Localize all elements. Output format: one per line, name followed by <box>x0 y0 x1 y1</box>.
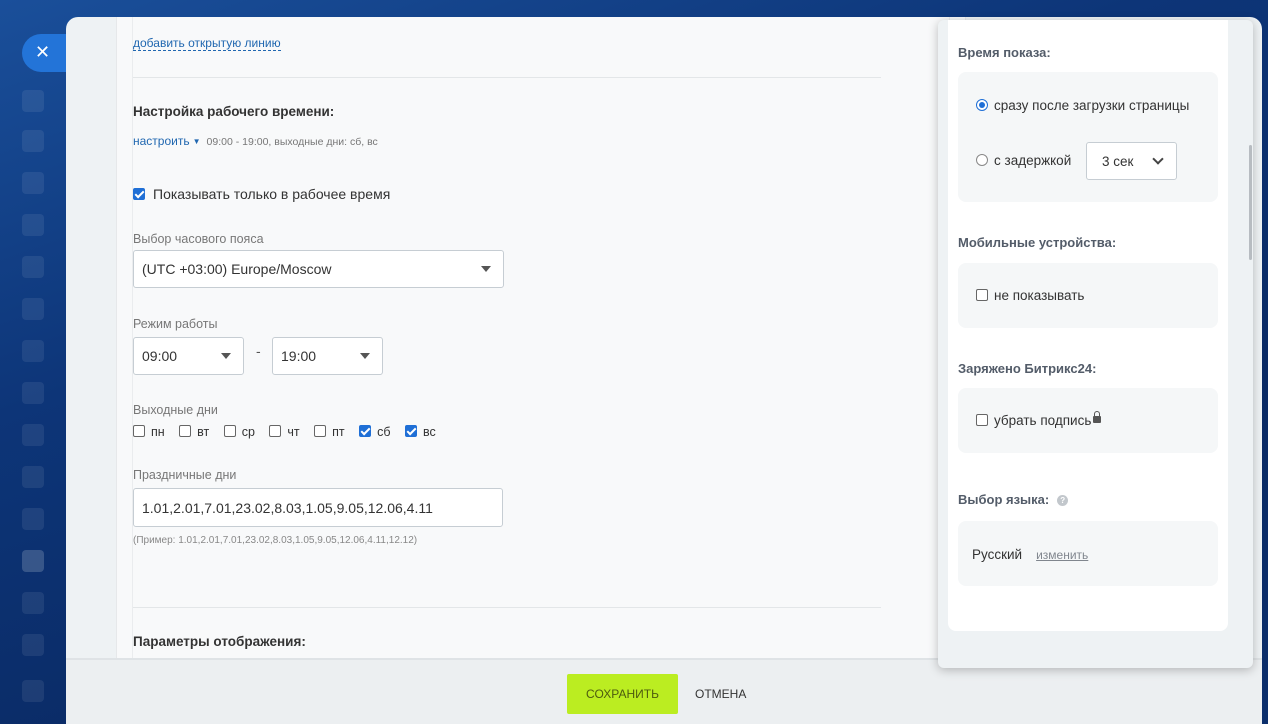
show-time-title: Время показа: <box>958 45 1051 60</box>
left-rail <box>0 0 66 724</box>
add-open-line-link[interactable]: добавить открытую линию <box>133 36 281 51</box>
close-slider-button[interactable]: ✕ <box>22 34 66 72</box>
timezone-select[interactable]: (UTC +03:00) Europe/Moscow <box>133 250 504 288</box>
time-to-select[interactable]: 19:00 <box>272 337 383 375</box>
show-time-box: сразу после загрузки страницы с задержко… <box>958 72 1218 202</box>
time-from-select[interactable]: 09:00 <box>133 337 244 375</box>
day-checkbox[interactable] <box>179 425 192 437</box>
rail-icon[interactable] <box>22 508 44 530</box>
remove-signature-option[interactable]: убрать подпись <box>976 411 1102 428</box>
work-time-setup-row: настроить ▼ 09:00 - 19:00, выходные дни: с… <box>133 134 378 148</box>
close-icon: ✕ <box>35 42 51 62</box>
language-row: Русский изменить <box>972 547 1088 562</box>
day-checkbox[interactable] <box>405 425 418 437</box>
show-delay-label: с задержкой <box>994 153 1072 168</box>
day-checkbox[interactable] <box>314 425 327 437</box>
work-time-title: Настройка рабочего времени: <box>133 104 335 119</box>
work-mode-label: Режим работы <box>133 317 218 331</box>
holidays-label: Праздничные дни <box>133 468 237 482</box>
weekend-days: пн вт ср чт пт сб вс <box>133 425 447 439</box>
caret-down-icon[interactable]: ▼ <box>193 137 201 146</box>
mobile-hide-option[interactable]: не показывать <box>976 288 1084 303</box>
rail-icon[interactable] <box>22 340 44 362</box>
day-fri[interactable]: пт <box>314 425 345 439</box>
rail-icon[interactable] <box>22 256 44 278</box>
rail-icon[interactable] <box>22 550 44 572</box>
lock-icon <box>1093 411 1102 423</box>
setup-link[interactable]: настроить <box>133 134 190 148</box>
popup-scrollbar[interactable] <box>1249 145 1252 260</box>
day-checkbox[interactable] <box>269 425 282 437</box>
widget-settings-popup: Время показа: сразу после загрузки стран… <box>938 20 1253 668</box>
day-thu[interactable]: чт <box>269 425 300 439</box>
rail-icon[interactable] <box>22 172 44 194</box>
day-sun[interactable]: вс <box>405 425 436 439</box>
show-only-work-time-option[interactable]: Показывать только в рабочее время <box>133 186 390 202</box>
show-delay-option[interactable]: с задержкой <box>976 153 1071 168</box>
rail-icon[interactable] <box>22 130 44 152</box>
language-box: Русский изменить <box>958 521 1218 586</box>
caret-down-icon <box>481 266 491 272</box>
divider <box>133 607 881 608</box>
timezone-value: (UTC +03:00) Europe/Moscow <box>142 261 332 277</box>
caret-down-icon <box>221 353 231 359</box>
mobile-box: не показывать <box>958 263 1218 328</box>
mobile-hide-checkbox[interactable] <box>976 289 988 301</box>
day-sat[interactable]: сб <box>359 425 391 439</box>
chevron-down-icon <box>1152 153 1164 165</box>
show-immediately-option[interactable]: сразу после загрузки страницы <box>976 98 1189 113</box>
change-language-link[interactable]: изменить <box>1036 548 1088 562</box>
show-only-work-time-checkbox[interactable] <box>133 188 145 200</box>
timezone-label: Выбор часового пояса <box>133 232 264 246</box>
powered-box: убрать подпись <box>958 388 1218 453</box>
day-mon[interactable]: пн <box>133 425 165 439</box>
show-only-work-time-label: Показывать только в рабочее время <box>153 186 391 202</box>
holidays-hint: (Пример: 1.01,2.01,7.01,23.02,8.03,1.05,… <box>133 535 418 546</box>
delay-value: 3 сек <box>1102 154 1134 169</box>
mobile-hide-label: не показывать <box>994 288 1085 303</box>
time-to-value: 19:00 <box>281 348 317 364</box>
rail-icon[interactable] <box>22 90 44 112</box>
save-button[interactable]: СОХРАНИТЬ <box>567 674 678 714</box>
time-separator: - <box>256 343 261 359</box>
remove-signature-checkbox[interactable] <box>976 414 988 426</box>
rail-icon[interactable] <box>22 298 44 320</box>
rail-icon[interactable] <box>22 382 44 404</box>
holidays-input[interactable]: 1.01,2.01,7.01,23.02,8.03,1.05,9.05,12.0… <box>133 488 503 527</box>
remove-signature-label: убрать подпись <box>994 413 1092 428</box>
show-delay-radio[interactable] <box>976 154 988 166</box>
day-checkbox[interactable] <box>133 425 145 437</box>
caret-down-icon <box>360 353 370 359</box>
language-title: Выбор языка: <box>958 492 1050 507</box>
show-immediately-radio[interactable] <box>976 99 988 111</box>
powered-title: Заряжено Битрикс24: <box>958 361 1097 376</box>
cancel-button[interactable]: ОТМЕНА <box>695 674 746 714</box>
day-tue[interactable]: вт <box>179 425 209 439</box>
rail-icon[interactable] <box>22 634 44 656</box>
rail-icon[interactable] <box>22 214 44 236</box>
rail-icon[interactable] <box>22 424 44 446</box>
work-time-summary: 09:00 - 19:00, выходные дни: сб, вс <box>206 136 378 148</box>
day-checkbox[interactable] <box>359 425 372 437</box>
rail-icon[interactable] <box>22 466 44 488</box>
day-checkbox[interactable] <box>223 425 236 437</box>
mobile-title: Мобильные устройства: <box>958 235 1117 250</box>
day-wed[interactable]: ср <box>223 425 255 439</box>
language-value: Русский <box>972 547 1023 562</box>
popup-card: Время показа: сразу после загрузки стран… <box>948 20 1228 631</box>
delay-select[interactable]: 3 сек <box>1086 142 1177 180</box>
display-params-title: Параметры отображения: <box>133 634 306 649</box>
time-from-value: 09:00 <box>142 348 178 364</box>
rail-icon[interactable] <box>22 680 44 702</box>
rail-icon[interactable] <box>22 592 44 614</box>
show-immediately-label: сразу после загрузки страницы <box>994 98 1190 113</box>
language-title-row: Выбор языка:? <box>958 492 1069 507</box>
divider <box>133 77 881 78</box>
weekends-label: Выходные дни <box>133 403 218 417</box>
help-icon[interactable]: ? <box>1057 495 1069 506</box>
